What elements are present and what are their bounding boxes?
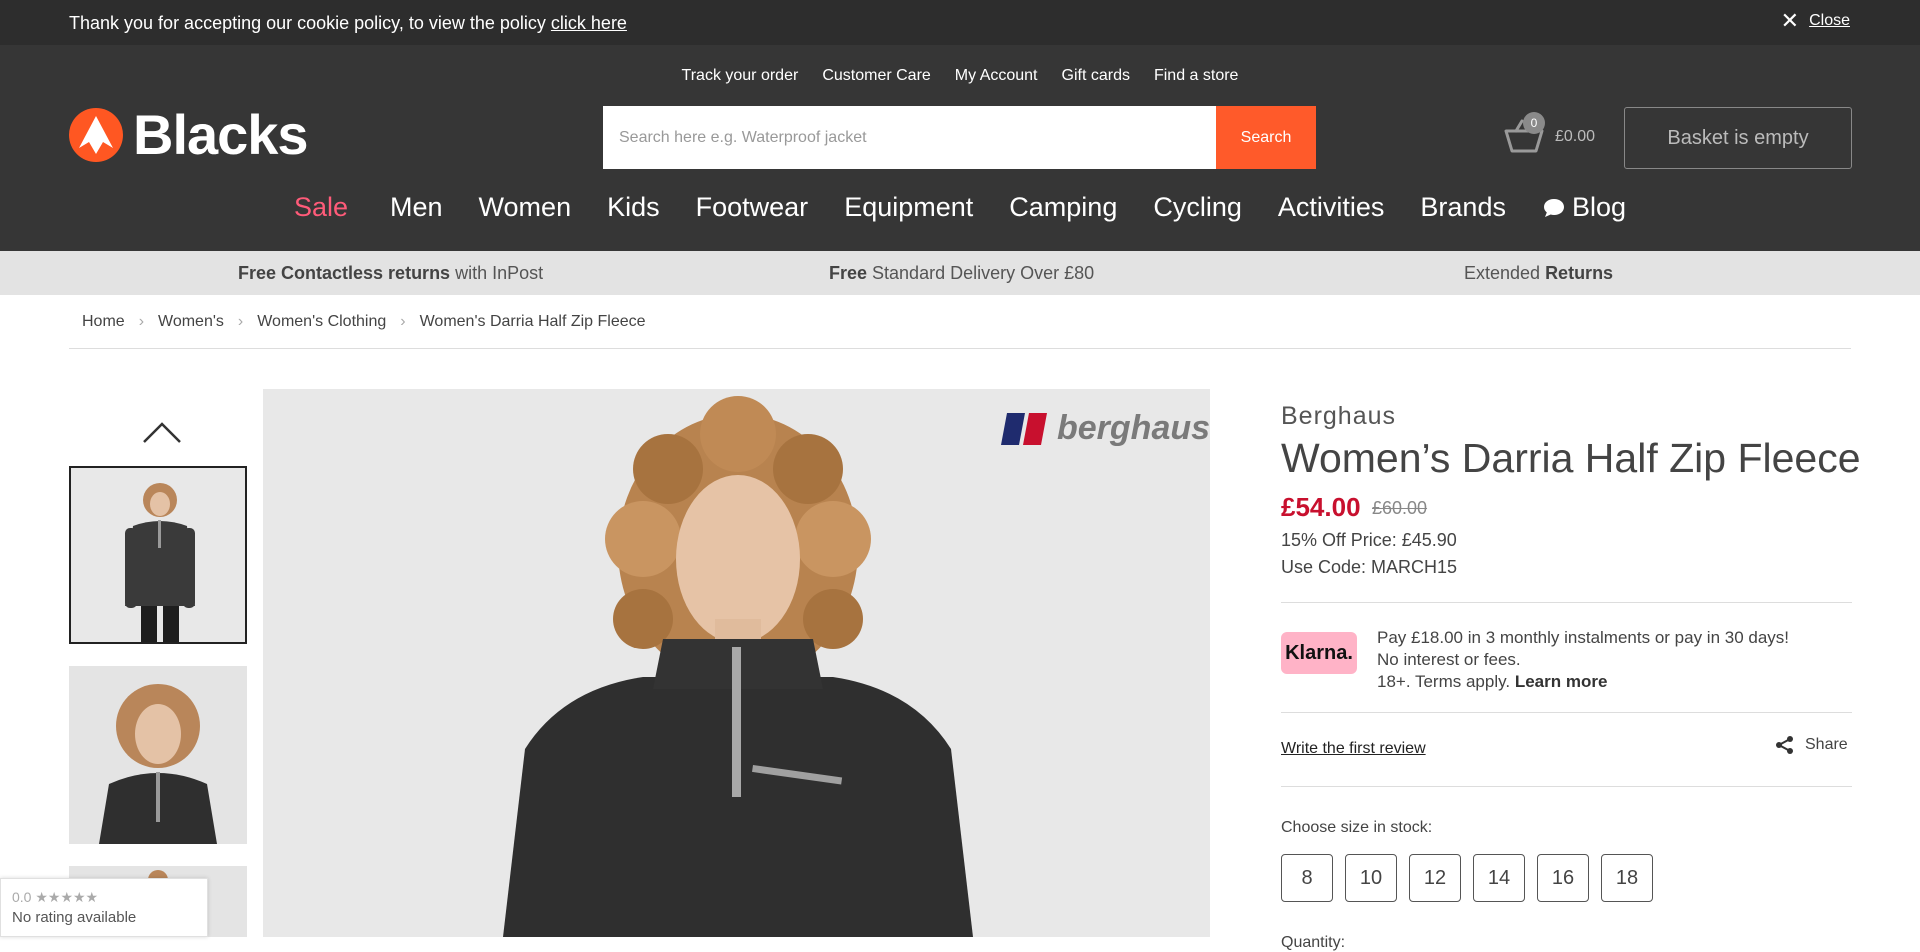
klarna-line-2: No interest or fees. xyxy=(1377,650,1521,669)
model-photo xyxy=(263,389,1210,937)
promo-extended-returns: Extended Returns xyxy=(1464,263,1614,283)
site-header: Track your order Customer Care My Accoun… xyxy=(0,45,1920,251)
track-order-link[interactable]: Track your order xyxy=(682,67,799,85)
promo-code: Use Code: MARCH15 xyxy=(1281,557,1458,577)
nav-item-equipment[interactable]: Equipment xyxy=(844,192,973,223)
breadcrumb-separator: › xyxy=(400,313,406,330)
size-option-12[interactable]: 12 xyxy=(1409,854,1461,902)
product-thumbnail-1[interactable] xyxy=(69,466,247,644)
product-title: Women’s Darria Half Zip Fleece xyxy=(1281,435,1861,481)
klarna-line-1: Pay £18.00 in 3 monthly instalments or p… xyxy=(1377,628,1790,647)
search-form: Search xyxy=(603,106,1316,169)
size-option-18[interactable]: 18 xyxy=(1601,854,1653,902)
share-button[interactable]: Share xyxy=(1775,735,1848,755)
nav-item-kids[interactable]: Kids xyxy=(607,192,660,223)
divider xyxy=(1281,602,1852,603)
close-icon: ✕ xyxy=(1780,8,1800,33)
basket-total: £0.00 xyxy=(1555,128,1596,145)
site-logo[interactable]: Blacks xyxy=(69,103,309,166)
nav-item-men[interactable]: Men xyxy=(390,192,443,223)
product-price: £54.00 xyxy=(1281,492,1361,522)
cookie-message: Thank you for accepting our cookie polic… xyxy=(69,13,627,34)
cookie-close-button[interactable]: ✕ Close xyxy=(1781,10,1850,32)
promo-bar: Free Contactless returns with InPost Fre… xyxy=(0,251,1920,295)
promo-delivery: Free Standard Delivery Over £80 xyxy=(829,263,1095,283)
klarna-learn-more-link[interactable]: Learn more xyxy=(1515,672,1608,691)
nav-item-brands[interactable]: Brands xyxy=(1420,192,1506,223)
rating-text: No rating available xyxy=(12,909,137,926)
breadcrumb-separator: › xyxy=(237,313,244,330)
cookie-close-label: Close xyxy=(1809,12,1850,29)
breadcrumb-separator: › xyxy=(138,313,145,330)
logo-text: Blacks xyxy=(133,103,309,166)
customer-care-link[interactable]: Customer Care xyxy=(822,67,930,85)
promo-returns: Free Contactless returns with InPost xyxy=(238,263,544,283)
nav-item-activities[interactable]: Activities xyxy=(1278,192,1385,223)
share-label: Share xyxy=(1805,736,1848,753)
offer-price: 15% Off Price: £45.90 xyxy=(1281,530,1457,550)
size-option-16[interactable]: 16 xyxy=(1537,854,1589,902)
nav-item-cycling[interactable]: Cycling xyxy=(1153,192,1242,223)
nav-item-camping[interactable]: Camping xyxy=(1009,192,1117,223)
breadcrumb-divider xyxy=(69,348,1851,349)
utility-links: Track your order Customer Care My Accoun… xyxy=(0,67,1920,85)
rating-score: 0.0 ★★★★★ xyxy=(12,889,99,905)
nav-item-footwear[interactable]: Footwear xyxy=(696,192,809,223)
divider xyxy=(1281,786,1852,787)
klarna-logo: Klarna. xyxy=(1281,632,1357,674)
size-option-10[interactable]: 10 xyxy=(1345,854,1397,902)
nav-item-women[interactable]: Women xyxy=(479,192,572,223)
nav-item-blog[interactable]: Blog xyxy=(1542,192,1626,223)
product-brand[interactable]: Berghaus xyxy=(1281,402,1396,431)
size-option-8[interactable]: 8 xyxy=(1281,854,1333,902)
find-store-link[interactable]: Find a store xyxy=(1154,67,1238,85)
breadcrumb: Home › Women's › Women's Clothing › Wome… xyxy=(82,313,646,331)
brand-watermark: berghaus xyxy=(1001,409,1210,448)
search-button[interactable]: Search xyxy=(1216,106,1316,169)
rating-widget[interactable]: 0.0 ★★★★★ No rating available xyxy=(0,878,208,937)
cookie-message-text: Thank you for accepting our cookie polic… xyxy=(69,13,551,33)
cookie-bar: Thank you for accepting our cookie polic… xyxy=(0,0,1920,45)
size-label: Choose size in stock: xyxy=(1281,819,1433,836)
my-account-link[interactable]: My Account xyxy=(955,67,1038,85)
main-nav: Sale Men Women Kids Footwear Equipment C… xyxy=(0,192,1920,223)
breadcrumb-womens[interactable]: Women's xyxy=(158,313,224,331)
nav-item-sale[interactable]: Sale xyxy=(294,192,348,223)
gift-cards-link[interactable]: Gift cards xyxy=(1062,67,1130,85)
cookie-policy-link[interactable]: click here xyxy=(551,13,627,33)
write-review-link[interactable]: Write the first review xyxy=(1281,740,1426,758)
logo-icon xyxy=(69,108,123,162)
breadcrumb-home[interactable]: Home xyxy=(82,313,125,331)
product-thumbnail-2[interactable] xyxy=(69,666,247,844)
breadcrumb-current: Women's Darria Half Zip Fleece xyxy=(419,313,646,330)
nav-item-blog-label: Blog xyxy=(1571,192,1627,222)
breadcrumb-womens-clothing[interactable]: Women's Clothing xyxy=(257,313,386,331)
speech-bubble-icon xyxy=(1543,198,1564,217)
share-icon xyxy=(1776,736,1793,754)
berghaus-logo-icon xyxy=(1001,411,1053,447)
klarna-line-3: 18+. Terms apply. xyxy=(1377,672,1515,691)
basket-status-button[interactable]: Basket is empty xyxy=(1624,107,1852,169)
search-input[interactable] xyxy=(603,106,1216,169)
product-main-image[interactable]: berghaus xyxy=(263,389,1210,937)
size-option-14[interactable]: 14 xyxy=(1473,854,1525,902)
thumbnail-up-chevron-icon[interactable] xyxy=(142,420,182,444)
divider xyxy=(1281,712,1852,713)
brand-watermark-text: berghaus xyxy=(1057,409,1210,447)
product-was-price: £60.00 xyxy=(1372,498,1428,518)
basket-count-badge: 0 xyxy=(1523,112,1545,134)
klarna-message: Pay £18.00 in 3 monthly instalments or p… xyxy=(1377,627,1789,693)
size-selector: 8 10 12 14 16 18 xyxy=(1281,854,1653,902)
